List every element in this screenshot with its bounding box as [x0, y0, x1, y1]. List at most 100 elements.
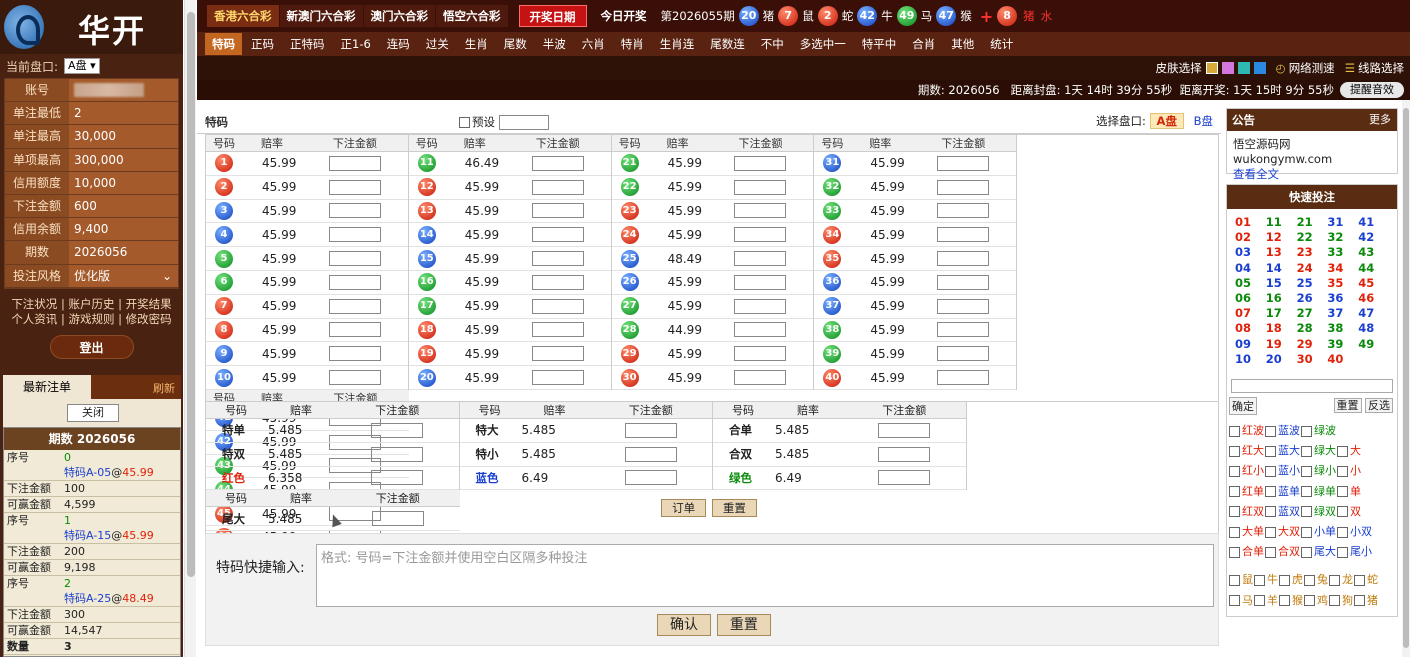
- quick-number[interactable]: 40: [1327, 352, 1358, 367]
- checkbox-box[interactable]: [1301, 445, 1312, 457]
- draw-date-button[interactable]: 开奖日期: [518, 5, 587, 27]
- quick-reset-button[interactable]: 重置: [716, 614, 771, 636]
- amount-input[interactable]: [328, 346, 381, 362]
- checkbox-box[interactable]: [1265, 425, 1276, 437]
- quick-ok-button[interactable]: 确定: [1229, 397, 1257, 416]
- nav-tab[interactable]: 尾数: [497, 33, 534, 55]
- amount-input[interactable]: [531, 251, 584, 267]
- checkbox-box[interactable]: [1301, 526, 1312, 538]
- lottery-tab[interactable]: 澳门六合彩: [363, 5, 435, 27]
- quick-number[interactable]: 14: [1266, 261, 1297, 276]
- quick-number[interactable]: 26: [1297, 291, 1328, 306]
- logout-button[interactable]: 登出: [49, 334, 134, 359]
- checkbox-box[interactable]: [1337, 526, 1348, 538]
- quick-checkbox[interactable]: 狗: [1329, 591, 1353, 611]
- amount-input[interactable]: [937, 322, 990, 338]
- amount-input[interactable]: [328, 322, 381, 338]
- quick-number[interactable]: 21: [1297, 215, 1328, 230]
- checkbox-box[interactable]: [1229, 486, 1240, 498]
- amount-input[interactable]: [878, 422, 931, 438]
- quick-checkbox[interactable]: 绿单: [1301, 482, 1336, 502]
- nav-tab[interactable]: 尾数连: [703, 33, 752, 55]
- quick-checkbox[interactable]: 猴: [1279, 591, 1303, 611]
- refresh-link[interactable]: 刷新: [91, 375, 181, 399]
- quick-checkbox[interactable]: 双: [1337, 502, 1361, 522]
- checkbox-box[interactable]: [1354, 595, 1365, 607]
- quick-number[interactable]: 48: [1358, 321, 1389, 336]
- amount-input[interactable]: [531, 346, 584, 362]
- skin-swatch-blue[interactable]: [1253, 62, 1266, 74]
- quick-checkbox[interactable]: 合单: [1229, 542, 1264, 562]
- checkbox-box[interactable]: [1265, 526, 1276, 538]
- quick-number[interactable]: 02: [1235, 230, 1266, 245]
- alarm-button[interactable]: 提醒音效: [1340, 82, 1404, 98]
- checkbox-box[interactable]: [1265, 486, 1276, 498]
- amount-input[interactable]: [937, 227, 990, 243]
- amount-input[interactable]: [531, 370, 584, 386]
- amount-input[interactable]: [328, 203, 381, 219]
- amount-input[interactable]: [531, 274, 584, 290]
- amount-input[interactable]: [937, 179, 990, 195]
- quick-checkbox[interactable]: 蓝单: [1265, 482, 1300, 502]
- quick-checkbox[interactable]: 羊: [1254, 591, 1278, 611]
- quick-checkbox[interactable]: 蓝双: [1265, 502, 1300, 522]
- amount-input[interactable]: [531, 322, 584, 338]
- plate-select[interactable]: A盘 ▾: [64, 58, 100, 74]
- quick-amount-input[interactable]: [1231, 379, 1393, 394]
- quick-checkbox[interactable]: 鸡: [1304, 591, 1328, 611]
- checkbox-box[interactable]: [1301, 486, 1312, 498]
- quick-number[interactable]: 27: [1297, 306, 1328, 321]
- quick-checkbox[interactable]: 蓝大: [1265, 441, 1300, 461]
- left-scroll-thumb[interactable]: [187, 12, 195, 577]
- checkbox-box[interactable]: [1337, 506, 1348, 518]
- nav-tab[interactable]: 过关: [419, 33, 456, 55]
- quick-number[interactable]: 39: [1327, 337, 1358, 352]
- quick-number[interactable]: 15: [1266, 276, 1297, 291]
- lottery-tab[interactable]: 悟空六合彩: [436, 5, 508, 27]
- nav-tab[interactable]: 多选中一: [793, 33, 853, 55]
- quick-number[interactable]: 28: [1297, 321, 1328, 336]
- amount-input[interactable]: [328, 251, 381, 267]
- quick-number[interactable]: 04: [1235, 261, 1266, 276]
- checkbox-box[interactable]: [1337, 546, 1348, 558]
- quick-checkbox[interactable]: 红小: [1229, 461, 1264, 481]
- amount-input[interactable]: [371, 422, 424, 438]
- checkbox-box[interactable]: [1229, 595, 1240, 607]
- nav-tab[interactable]: 其他: [944, 33, 981, 55]
- nav-tab[interactable]: 特肖: [614, 33, 651, 55]
- amount-input[interactable]: [734, 227, 787, 243]
- amount-input[interactable]: [371, 470, 424, 486]
- amount-input[interactable]: [937, 251, 990, 267]
- quick-checkbox[interactable]: 单: [1337, 482, 1361, 502]
- quick-number[interactable]: 01: [1235, 215, 1266, 230]
- right-scroll-thumb[interactable]: [1403, 108, 1409, 648]
- amount-input[interactable]: [328, 179, 381, 195]
- amount-input[interactable]: [328, 155, 381, 171]
- amount-input[interactable]: [531, 203, 584, 219]
- amount-input[interactable]: [937, 155, 990, 171]
- quick-checkbox[interactable]: 绿大: [1301, 441, 1336, 461]
- checkbox-box[interactable]: [1229, 465, 1240, 477]
- quick-number[interactable]: 33: [1327, 245, 1358, 260]
- skin-swatch-gold[interactable]: [1205, 62, 1218, 74]
- amount-input[interactable]: [878, 446, 931, 462]
- quick-number[interactable]: 46: [1358, 291, 1389, 306]
- skin-swatch-purple[interactable]: [1221, 62, 1234, 74]
- quick-checkbox[interactable]: 绿双: [1301, 502, 1336, 522]
- amount-input[interactable]: [531, 227, 584, 243]
- quick-checkbox[interactable]: 牛: [1254, 570, 1278, 590]
- quick-number[interactable]: 06: [1235, 291, 1266, 306]
- checkbox-box[interactable]: [1265, 445, 1276, 457]
- checkbox-box[interactable]: [1279, 595, 1290, 607]
- quick-invert-button[interactable]: 反选: [1365, 398, 1393, 414]
- view-full-link[interactable]: 查看全文: [1233, 167, 1279, 181]
- info-value[interactable]: 优化版 ⌄: [69, 264, 178, 287]
- amount-input[interactable]: [624, 446, 677, 462]
- checkbox-box[interactable]: [1265, 546, 1276, 558]
- quick-checkbox[interactable]: 红双: [1229, 502, 1264, 522]
- checkbox-box[interactable]: [1301, 425, 1312, 437]
- checkbox-box[interactable]: [1229, 526, 1240, 538]
- quick-checkbox[interactable]: 尾大: [1301, 542, 1336, 562]
- amount-input[interactable]: [624, 422, 677, 438]
- quick-number[interactable]: 16: [1266, 291, 1297, 306]
